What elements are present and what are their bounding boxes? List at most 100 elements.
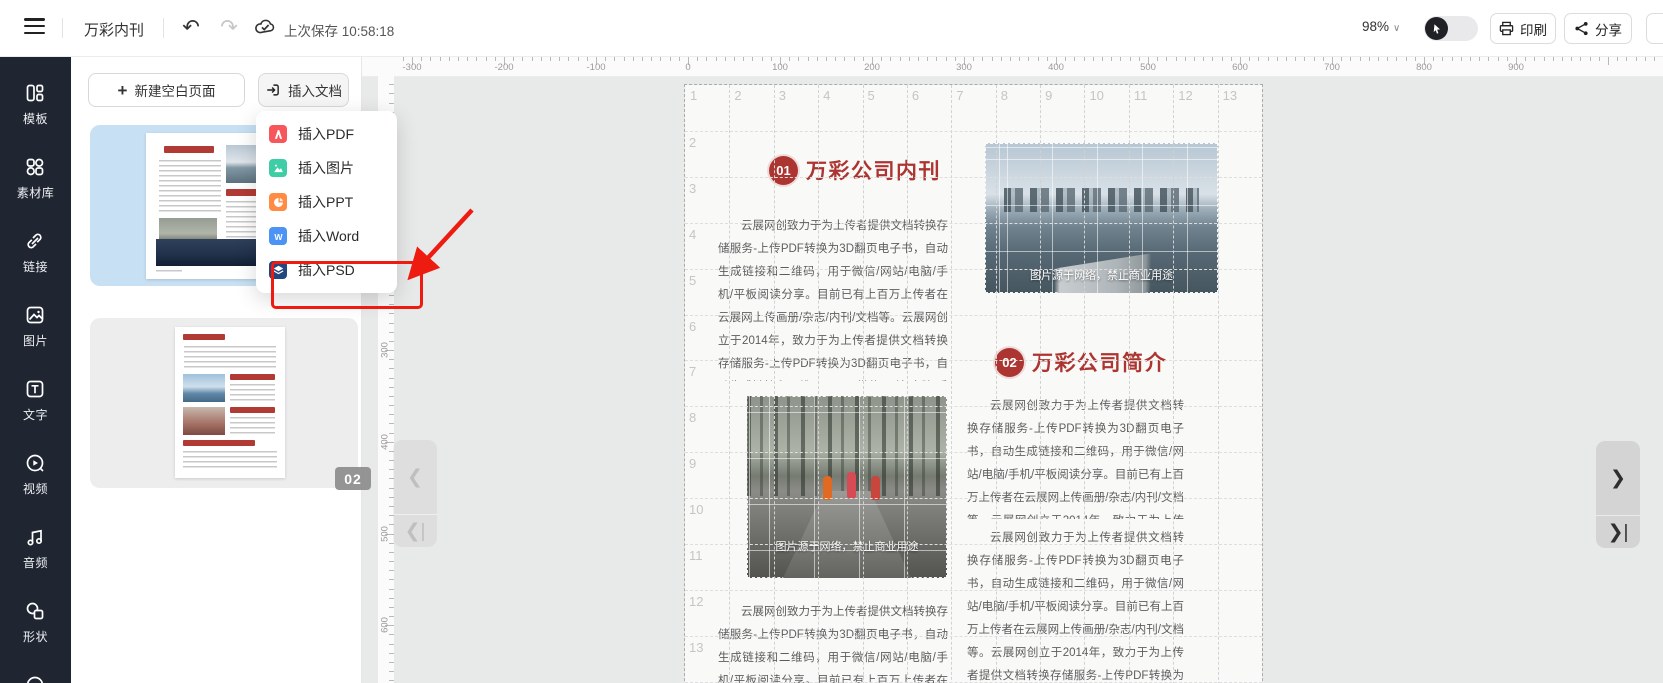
print-button[interactable]: 印刷 bbox=[1490, 13, 1556, 44]
preview-mode-toggle[interactable] bbox=[1424, 16, 1478, 41]
last-page-button[interactable]: ❯| bbox=[1596, 515, 1640, 548]
redo-icon[interactable]: ↷ bbox=[216, 14, 242, 40]
ppt-file-icon bbox=[269, 193, 287, 211]
body-text-block[interactable]: 云展网创致力于为上传者提供文档转换存储服务-上传PDF转换为3D翻页电子书，自动… bbox=[718, 215, 948, 381]
city-photo[interactable]: 图片源于网络，禁止商业用途 bbox=[985, 143, 1218, 293]
sidebar-item-image[interactable]: 图片 bbox=[23, 304, 48, 349]
ruler-label: 200 bbox=[864, 62, 880, 73]
share-label: 分享 bbox=[1595, 19, 1622, 39]
section-2-title: 万彩公司简介 bbox=[1032, 347, 1167, 377]
first-page-button[interactable]: ❮| bbox=[393, 514, 437, 547]
sidebar-item-more[interactable]: 更多 bbox=[23, 674, 48, 683]
video-icon bbox=[24, 452, 46, 474]
menu-item-insert-ppt[interactable]: 插入PPT bbox=[256, 185, 397, 219]
menu-item-label: 插入PPT bbox=[298, 192, 353, 212]
sidebar-item-label: 视频 bbox=[23, 480, 48, 497]
ruler-label: 0 bbox=[685, 62, 690, 73]
grid-column-number: 12 bbox=[1178, 88, 1192, 103]
sidebar-item-assets[interactable]: 素材库 bbox=[17, 156, 55, 201]
sidebar-item-audio[interactable]: 音频 bbox=[23, 526, 48, 571]
pointer-icon bbox=[1425, 17, 1448, 40]
grid-column-number: 5 bbox=[868, 88, 875, 103]
grid-row-number: 10 bbox=[689, 502, 703, 517]
road-photo[interactable]: 图片源于网络，禁止商业用途 bbox=[747, 396, 947, 578]
page-thumbnail-2[interactable]: 02 bbox=[90, 318, 358, 488]
grid-column-number: 4 bbox=[823, 88, 830, 103]
text-icon bbox=[24, 378, 46, 400]
grid-row-number: 3 bbox=[689, 181, 696, 196]
sidebar-item-label: 链接 bbox=[23, 258, 48, 275]
grid-column-number: 1 bbox=[690, 88, 697, 103]
insert-doc-label: 插入文档 bbox=[288, 80, 342, 100]
last-saved-status: 上次保存 10:58:18 bbox=[284, 20, 394, 40]
grid-row-number: 2 bbox=[689, 135, 696, 150]
share-button[interactable]: 分享 bbox=[1564, 13, 1632, 44]
insert-document-button[interactable]: 插入文档 bbox=[258, 73, 349, 107]
body-text-block[interactable]: 云展网创致力于为上传者提供文档转换存储服务-上传PDF转换为3D翻页电子书，自动… bbox=[967, 395, 1184, 519]
psd-file-icon bbox=[269, 261, 287, 279]
ruler-label: 800 bbox=[1416, 62, 1432, 73]
printer-icon bbox=[1499, 21, 1514, 36]
grid-row-number: 6 bbox=[689, 319, 696, 334]
zoom-select[interactable]: 98% ∨ bbox=[1362, 19, 1400, 34]
menu-item-insert-image[interactable]: 插入图片 bbox=[256, 151, 397, 185]
chevron-down-icon: ∨ bbox=[1393, 23, 1400, 34]
section-2-number-badge: 02 bbox=[995, 348, 1024, 377]
template-icon bbox=[24, 82, 46, 104]
grid-column-number: 9 bbox=[1045, 88, 1052, 103]
sidebar-item-text[interactable]: 文字 bbox=[23, 378, 48, 423]
document-page[interactable]: 01 万彩公司内刊 云展网创致力于为上传者提供文档转换存储服务-上传PDF转换为… bbox=[685, 85, 1262, 683]
horizontal-ruler: -300-200-1000100200300400500600700800900 bbox=[361, 56, 1663, 77]
menu-icon[interactable] bbox=[24, 18, 45, 36]
body-text-block[interactable]: 云展网创致力于为上传者提供文档转换存储服务-上传PDF转换为3D翻页电子书，自动… bbox=[967, 527, 1184, 683]
next-page-button[interactable]: ❯ bbox=[1596, 441, 1640, 515]
svg-text:W: W bbox=[274, 231, 283, 241]
page-number-badge: 02 bbox=[335, 467, 371, 490]
document-title: 万彩内刊 bbox=[84, 19, 144, 40]
menu-item-label: 插入图片 bbox=[298, 158, 354, 178]
shape-icon bbox=[24, 600, 46, 622]
divider bbox=[163, 18, 164, 38]
sidebar-item-shape[interactable]: 形状 bbox=[23, 600, 48, 645]
divider bbox=[62, 18, 63, 38]
menu-item-insert-pdf[interactable]: 插入PDF bbox=[256, 117, 397, 151]
body-text-block[interactable]: 云展网创致力于为上传者提供文档转换存储服务-上传PDF转换为3D翻页电子书，自动… bbox=[718, 601, 948, 683]
grid-column-number: 10 bbox=[1089, 88, 1103, 103]
grid-row-number: 4 bbox=[689, 227, 696, 242]
grid-column-number: 13 bbox=[1223, 88, 1237, 103]
menu-item-label: 插入PSD bbox=[298, 260, 355, 280]
sidebar-item-label: 模板 bbox=[23, 110, 48, 127]
sidebar-item-label: 形状 bbox=[23, 628, 48, 645]
word-file-icon: W bbox=[269, 227, 287, 245]
sidebar-item-label: 图片 bbox=[23, 332, 48, 349]
prev-page-button[interactable]: ❮ bbox=[393, 440, 437, 514]
new-blank-page-button[interactable]: + 新建空白页面 bbox=[88, 73, 245, 107]
page-2-preview bbox=[175, 327, 285, 478]
ruler-label: -300 bbox=[402, 62, 421, 73]
sidebar-item-label: 文字 bbox=[23, 406, 48, 423]
ruler-label: 300 bbox=[379, 342, 390, 358]
audio-icon bbox=[24, 526, 46, 548]
undo-icon[interactable]: ↶ bbox=[178, 14, 204, 40]
menu-item-insert-psd[interactable]: 插入PSD bbox=[256, 253, 397, 287]
next-nav-group: ❯ ❯| bbox=[1596, 441, 1640, 548]
print-label: 印刷 bbox=[1520, 19, 1547, 39]
zoom-value: 98% bbox=[1362, 19, 1389, 34]
left-toolbar: 模板素材库链接图片文字视频音频形状更多 bbox=[0, 56, 71, 683]
menu-item-insert-word[interactable]: W插入Word bbox=[256, 219, 397, 253]
ruler-label: 600 bbox=[379, 617, 390, 633]
ruler-label: 400 bbox=[1048, 62, 1064, 73]
ruler-label: -200 bbox=[494, 62, 513, 73]
section-1-heading[interactable]: 01 万彩公司内刊 bbox=[769, 155, 941, 185]
insert-document-dropdown: 插入PDF 插入图片插入PPT W插入Word 插入PSD bbox=[256, 111, 397, 293]
publish-button[interactable] bbox=[1646, 13, 1663, 44]
image-icon bbox=[24, 304, 46, 326]
sidebar-item-template[interactable]: 模板 bbox=[23, 82, 48, 127]
section-2-heading[interactable]: 02 万彩公司简介 bbox=[995, 347, 1167, 377]
sidebar-item-video[interactable]: 视频 bbox=[23, 452, 48, 497]
assets-icon bbox=[24, 156, 46, 178]
canvas-area: -300-200-1000100200300400500600700800900… bbox=[361, 56, 1663, 683]
link-icon bbox=[24, 230, 46, 252]
ruler-label: 500 bbox=[1140, 62, 1156, 73]
sidebar-item-link[interactable]: 链接 bbox=[23, 230, 48, 275]
